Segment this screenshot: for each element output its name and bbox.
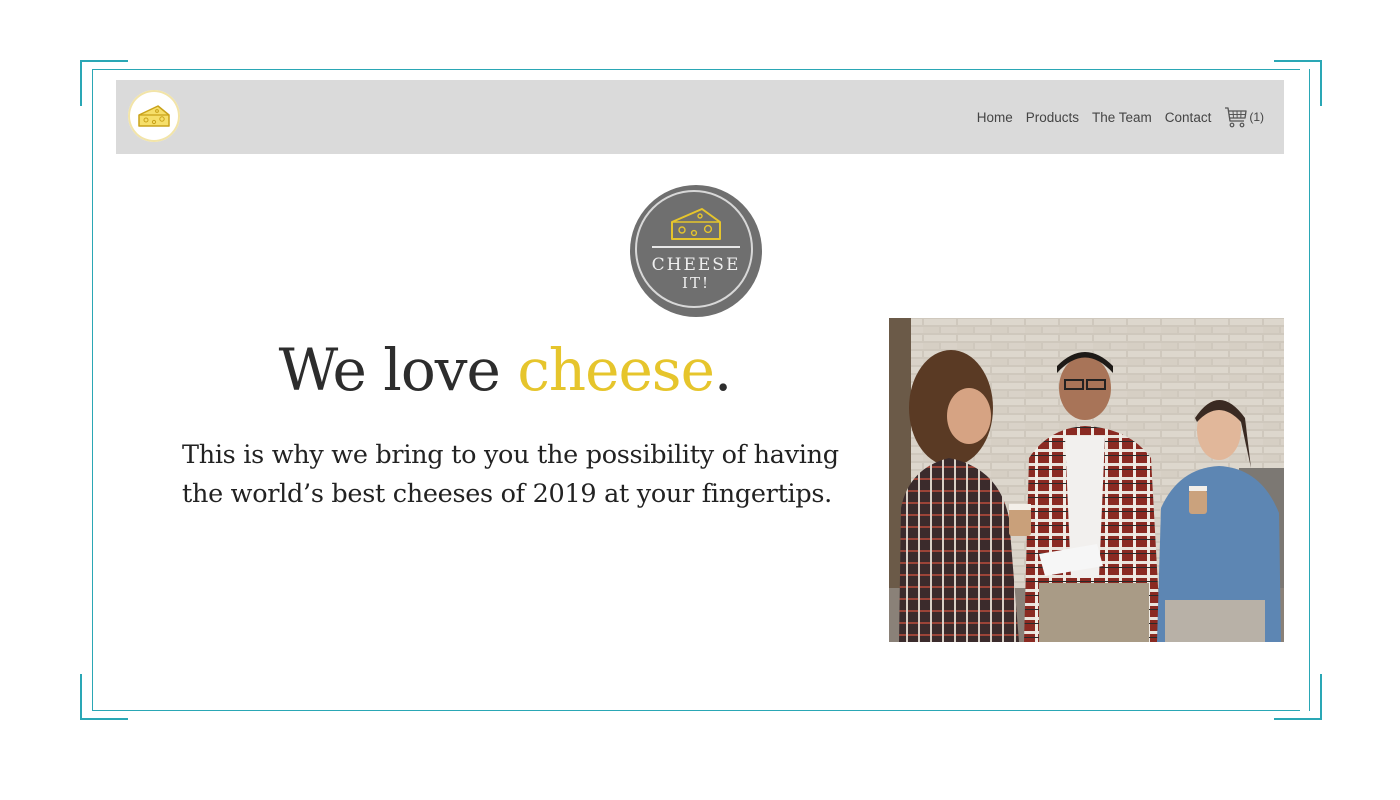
hero-headline: We love cheese. bbox=[180, 336, 830, 404]
nav-link-contact[interactable]: Contact bbox=[1165, 110, 1212, 125]
nav-link-home[interactable]: Home bbox=[977, 110, 1013, 125]
cheese-icon bbox=[138, 105, 170, 127]
brand-logo-line1: CHEESE bbox=[651, 255, 741, 275]
brand-logo-line2: IT! bbox=[682, 274, 710, 292]
brand-logo: CHEESE IT! bbox=[630, 185, 762, 317]
team-photo-illustration bbox=[889, 318, 1284, 642]
frame-corner-bottom-left bbox=[80, 674, 128, 720]
hero-tagline: This is why we bring to you the possibil… bbox=[182, 440, 839, 509]
frame-corner-bottom-right bbox=[1274, 674, 1322, 720]
headline-text: We love bbox=[278, 336, 518, 404]
nav-link-products[interactable]: Products bbox=[1026, 110, 1079, 125]
frame-top-line bbox=[92, 69, 1300, 70]
headline-period: . bbox=[713, 336, 732, 404]
cart-icon bbox=[1225, 107, 1247, 128]
nav-link-the-team[interactable]: The Team bbox=[1092, 110, 1152, 125]
brand-logo-divider bbox=[652, 246, 740, 248]
frame-left-line bbox=[92, 69, 93, 711]
cart-button[interactable]: (1) bbox=[1224, 105, 1264, 129]
nav-logo[interactable] bbox=[128, 90, 180, 142]
cheese-icon bbox=[671, 208, 721, 240]
top-navbar: Home Products The Team Contact (1) bbox=[116, 80, 1284, 154]
cart-count: (1) bbox=[1249, 110, 1264, 124]
hero-photo bbox=[889, 318, 1284, 642]
frame-bottom-line bbox=[92, 710, 1300, 711]
frame-right-line bbox=[1309, 69, 1310, 711]
headline-accent: cheese bbox=[517, 336, 715, 404]
nav-links: Home Products The Team Contact (1) bbox=[977, 80, 1264, 154]
